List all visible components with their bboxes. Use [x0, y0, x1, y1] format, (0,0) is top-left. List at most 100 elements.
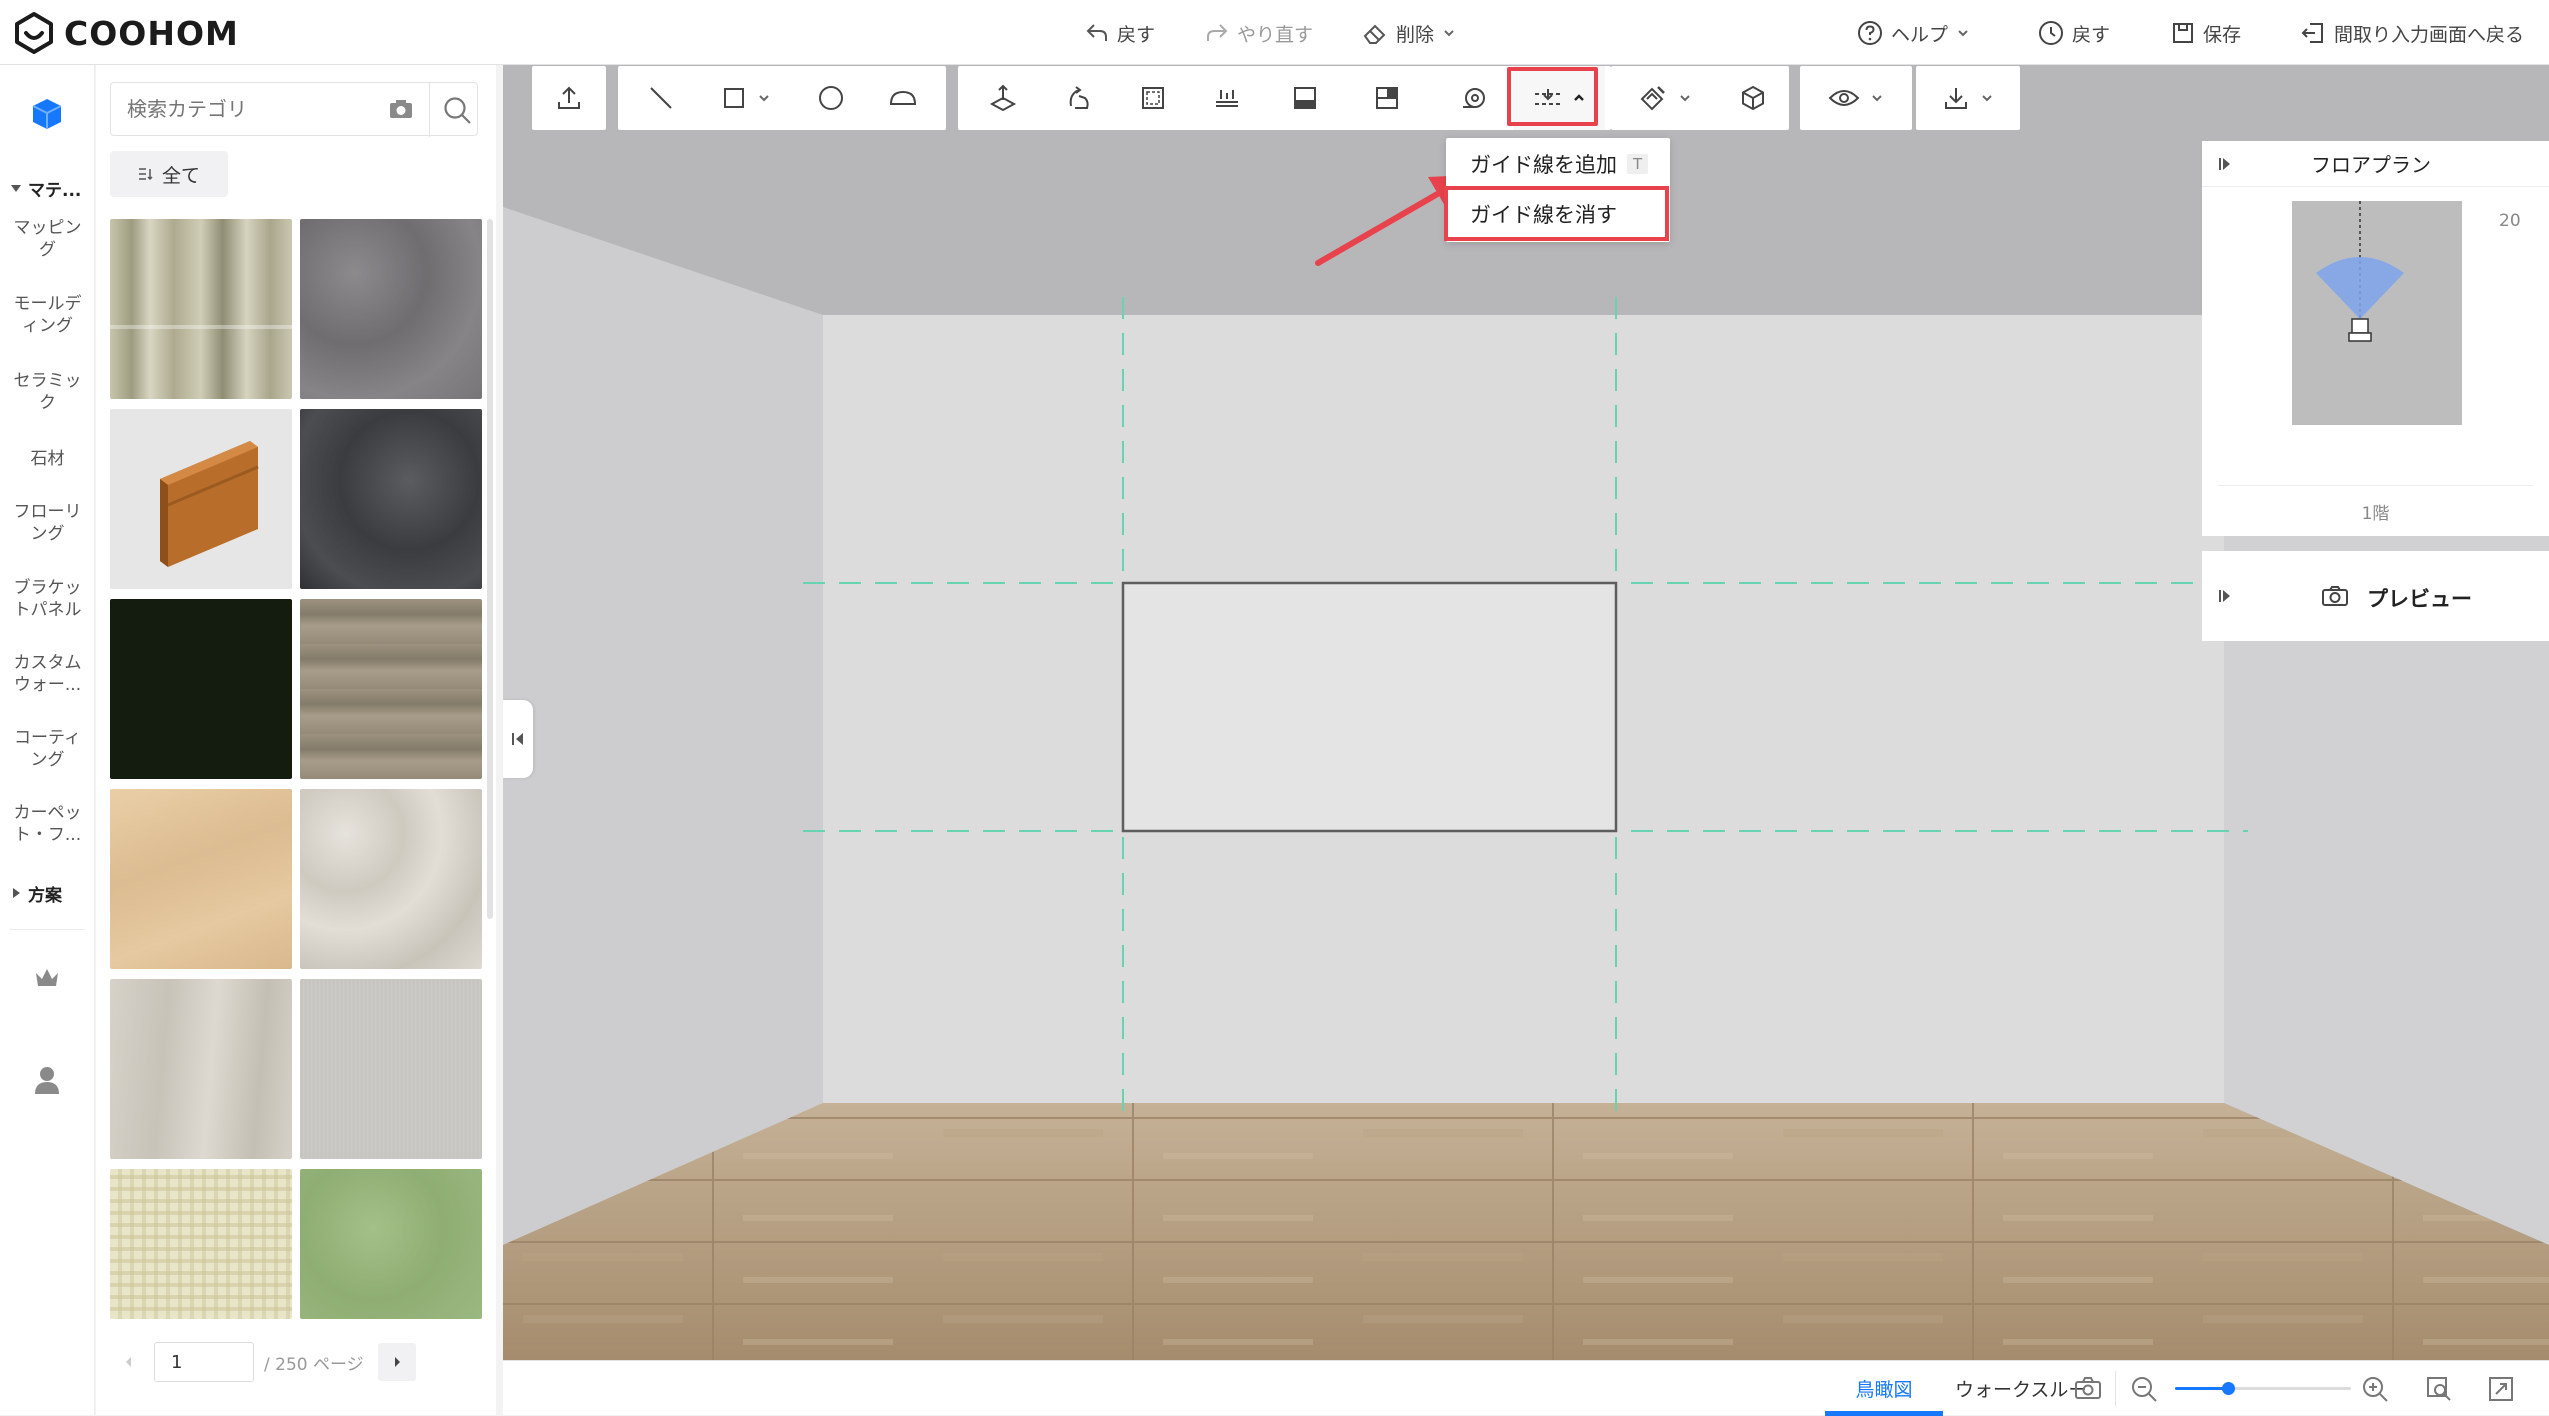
save-button[interactable]: 保存 — [2171, 16, 2241, 50]
delete-button[interactable]: 削除 — [1362, 16, 1456, 50]
logo[interactable]: COOHOM — [12, 10, 239, 56]
rail-item-stone[interactable]: 石材 — [0, 448, 95, 470]
bottom-bar: 鳥瞰図 ウォークスルー — [503, 1360, 2549, 1416]
rail-item-custom-wall[interactable]: カスタムウォー... — [0, 652, 95, 696]
chevron-down-icon — [1958, 30, 1968, 37]
help-button[interactable]: ヘルプ — [1857, 16, 1970, 50]
floorplan-title: フロアプラン — [2311, 153, 2431, 177]
rail-item-bracket-panel[interactable]: ブラケットパネル — [0, 577, 95, 621]
rotate-surface-button[interactable] — [1044, 66, 1114, 130]
material-tile-birch-wood[interactable] — [110, 219, 292, 399]
tab-aerial-view[interactable]: 鳥瞰図 — [1825, 1361, 1943, 1416]
visibility-button[interactable] — [1800, 66, 1912, 130]
material-tile-pale-wood[interactable] — [110, 979, 292, 1159]
expand-panel-icon[interactable] — [2218, 588, 2232, 604]
all-filter-button[interactable]: 全て — [110, 151, 228, 197]
tab-walkthrough[interactable]: ウォークスルー — [1955, 1361, 2085, 1416]
rail-section-materials[interactable]: マテ... — [0, 175, 95, 201]
undo-button[interactable]: 戻す — [1085, 16, 1155, 50]
camera-view-icon — [2316, 201, 2404, 342]
preview-label: プレビュー — [2367, 587, 2472, 611]
all-filter-label: 全て — [161, 164, 200, 187]
collapse-panel-button[interactable] — [503, 700, 533, 778]
floorplan-minimap[interactable] — [2292, 201, 2462, 425]
panel-layout-button[interactable] — [1270, 66, 1340, 130]
rail-item-molding[interactable]: モールディング — [0, 293, 95, 337]
screenshot-icon[interactable] — [2073, 1375, 2103, 1401]
add-guide-line-label: ガイド線を追加 — [1470, 153, 1617, 177]
material-tile-plaid-fabric[interactable] — [110, 1169, 292, 1319]
rail-section-plan[interactable]: 方案 — [0, 880, 95, 906]
preview-panel[interactable]: プレビュー — [2202, 551, 2549, 641]
brush-tool-button[interactable] — [1615, 66, 1715, 130]
active-tab-indicator — [1825, 1411, 1943, 1416]
download-icon — [1945, 88, 1967, 109]
zoom-fit-icon[interactable] — [2425, 1375, 2453, 1403]
material-scrollbar[interactable] — [487, 219, 493, 919]
tile-seam — [110, 325, 292, 329]
upload-button[interactable] — [532, 66, 606, 130]
redo-label: やり直す — [1237, 23, 1314, 46]
back-to-floorplan-button[interactable]: 間取り入力画面へ戻る — [2300, 16, 2524, 50]
material-tile-gray-oak[interactable] — [300, 599, 482, 779]
rail-item-mapping[interactable]: マッピング — [0, 217, 95, 261]
prev-page-button[interactable] — [110, 1343, 148, 1381]
floor-level-label[interactable]: 1階 — [2202, 499, 2549, 524]
arc-tool-button[interactable] — [868, 66, 938, 130]
user-icon[interactable] — [33, 1065, 61, 1095]
zoom-slider-track[interactable] — [2175, 1382, 2351, 1395]
extrude-button[interactable] — [968, 66, 1038, 130]
camera-icon[interactable] — [388, 98, 414, 120]
frame-select-button[interactable] — [1118, 66, 1188, 130]
material-tile-gray-fabric[interactable] — [300, 219, 482, 399]
material-cube-icon[interactable] — [28, 95, 66, 133]
search-input[interactable] — [125, 96, 375, 122]
hide-guide-lines-highlight — [1444, 186, 1669, 241]
zoom-out-icon[interactable] — [2129, 1374, 2159, 1404]
line-tool-button[interactable] — [626, 66, 696, 130]
page-number-input[interactable]: 1 — [154, 1342, 254, 1382]
align-button[interactable] — [1192, 66, 1262, 130]
eye-icon — [1828, 90, 1860, 106]
fullscreen-icon[interactable] — [2487, 1375, 2515, 1403]
chevron-down-icon — [759, 95, 769, 102]
tab-walkthrough-label: ウォークスルー — [1955, 1379, 2085, 1401]
toolbar-group-view — [1800, 66, 1912, 130]
floorplan-divider — [2218, 485, 2533, 486]
zoom-in-icon[interactable] — [2360, 1374, 2390, 1404]
circle-tool-button[interactable] — [796, 66, 866, 130]
expand-panel-icon[interactable] — [2218, 156, 2232, 172]
history-button[interactable]: 戻す — [2038, 16, 2110, 50]
rail-item-ceramic[interactable]: セラミック — [0, 370, 95, 414]
crown-icon[interactable] — [33, 965, 61, 991]
3d-object-button[interactable] — [1721, 66, 1785, 130]
toolbar-group-surface — [958, 66, 1434, 130]
material-tile-gray-wallpaper[interactable] — [300, 979, 482, 1159]
rail-item-flooring[interactable]: フローリング — [0, 501, 95, 545]
redo-button[interactable]: やり直す — [1205, 16, 1313, 50]
material-tile-marble-tile[interactable] — [300, 789, 482, 969]
zoom-slider-handle[interactable] — [2222, 1382, 2235, 1395]
chevron-right-icon — [394, 1357, 400, 1367]
measure-button[interactable] — [1439, 66, 1509, 130]
material-tile-black-solid[interactable] — [110, 599, 292, 779]
chevron-down-icon — [1982, 95, 1992, 102]
floorplan-zoom: 20 — [2499, 211, 2521, 231]
floorplan-header: フロアプラン — [2202, 141, 2549, 187]
download-button[interactable] — [1916, 66, 2020, 130]
undo-label: 戻す — [1117, 23, 1156, 46]
next-page-button[interactable] — [377, 1343, 416, 1381]
search-icon[interactable] — [442, 95, 472, 125]
filter-list-icon — [138, 168, 153, 181]
rail-item-carpet[interactable]: カーペット・フ... — [0, 802, 95, 846]
add-guide-line-menu-item[interactable]: ガイド線を追加 T — [1446, 140, 1670, 188]
material-tile-dark-stone[interactable] — [300, 409, 482, 589]
brand-name: COOHOM — [64, 13, 239, 53]
material-tile-green-plaster[interactable] — [300, 1169, 482, 1319]
material-tile-light-maple[interactable] — [110, 789, 292, 969]
material-tile-wood-molding[interactable] — [110, 409, 292, 589]
rectangle-tool-button[interactable] — [706, 66, 786, 130]
rail-item-coating[interactable]: コーティング — [0, 727, 95, 771]
rail-divider — [10, 929, 85, 930]
split-panel-button[interactable] — [1352, 66, 1422, 130]
